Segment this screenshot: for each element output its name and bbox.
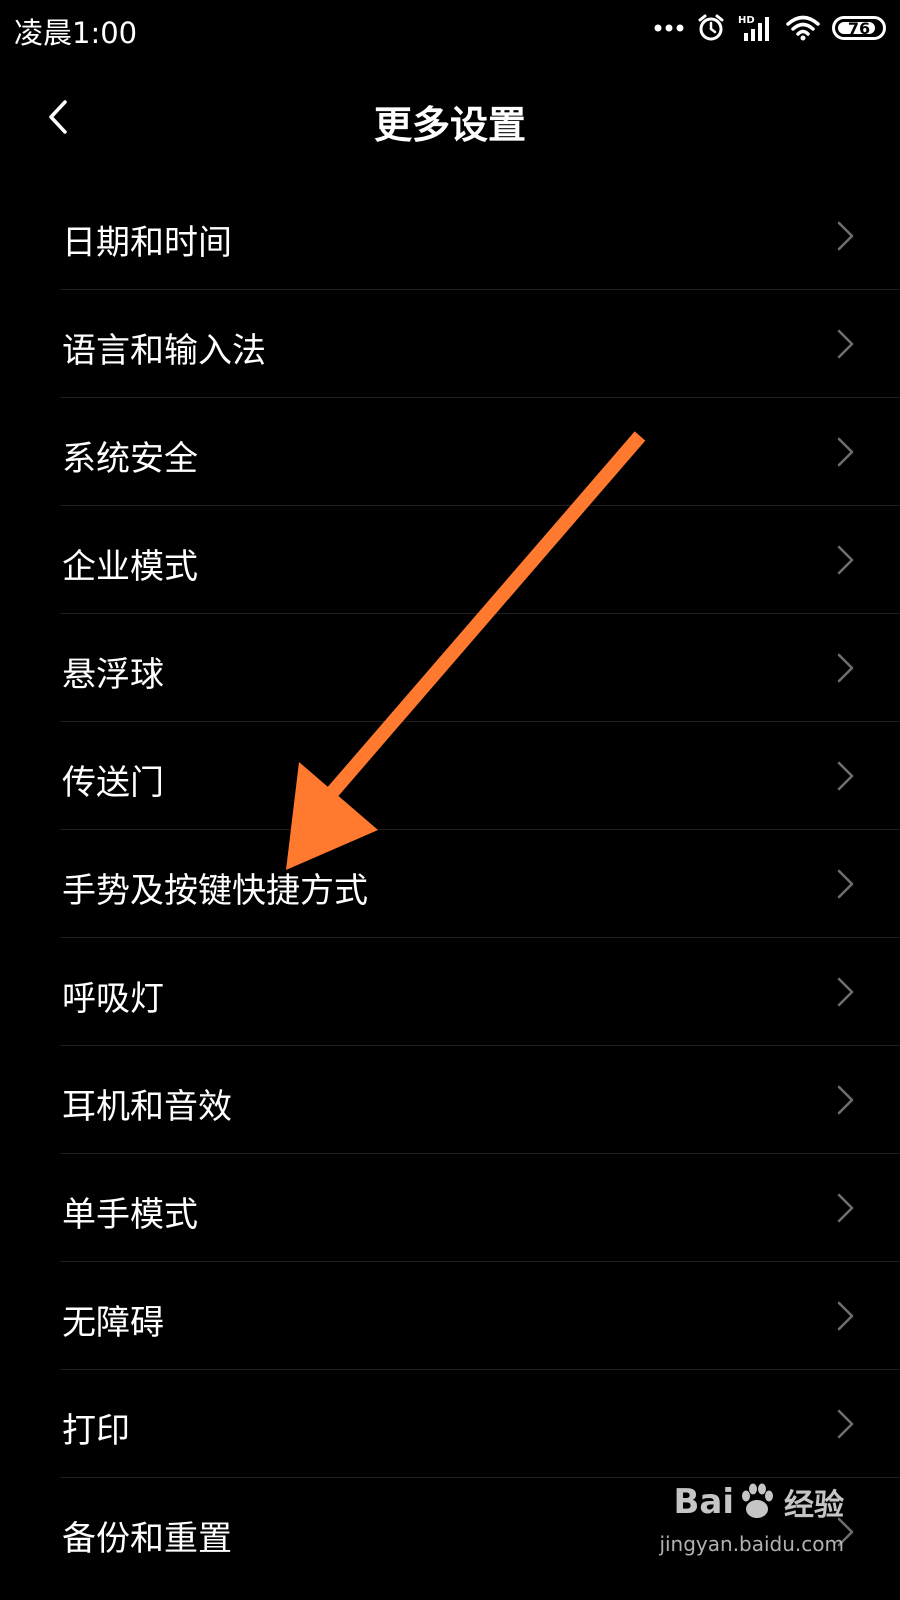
page-title: 更多设置 <box>373 103 526 147</box>
chevron-right-icon <box>837 653 854 683</box>
list-item-one-handed-mode[interactable]: 单手模式 <box>60 1154 900 1262</box>
list-item-label: 企业模式 <box>62 547 198 587</box>
list-item-gestures-shortcuts[interactable]: 手势及按键快捷方式 <box>60 830 900 938</box>
chevron-right-icon <box>837 545 854 575</box>
list-item-label: 系统安全 <box>62 439 198 479</box>
list-item-headphones-audio[interactable]: 耳机和音效 <box>60 1046 900 1154</box>
list-item-label: 传送门 <box>62 763 164 803</box>
paw-icon <box>742 1483 773 1518</box>
settings-list: 日期和时间 语言和输入法 系统安全 企业模式 悬浮球 传送门 手势及按键快捷方式 <box>0 182 900 1586</box>
alarm-icon <box>696 13 726 43</box>
list-item-label: 悬浮球 <box>62 655 164 695</box>
list-item-label: 呼吸灯 <box>62 979 164 1019</box>
list-item-label: 打印 <box>62 1411 130 1451</box>
header: 更多设置 <box>0 76 900 160</box>
list-item-label: 语言和输入法 <box>62 331 266 371</box>
chevron-right-icon <box>837 437 854 467</box>
chevron-right-icon <box>837 1301 854 1331</box>
battery-icon: 76 <box>832 16 886 40</box>
wifi-icon <box>786 15 820 41</box>
chevron-right-icon <box>837 761 854 791</box>
list-item-system-security[interactable]: 系统安全 <box>60 398 900 506</box>
list-item-language-input[interactable]: 语言和输入法 <box>60 290 900 398</box>
list-item-label: 日期和时间 <box>62 223 232 263</box>
list-item-printing[interactable]: 打印 <box>60 1370 900 1478</box>
dots-icon <box>654 23 684 33</box>
watermark-brand-right: 经验 <box>784 1488 844 1523</box>
chevron-right-icon <box>837 221 854 251</box>
watermark: Bai 经验 jingyan.baidu.com <box>659 1480 844 1570</box>
status-icons: HD 76 <box>654 10 886 46</box>
signal-icon: HD <box>738 13 774 43</box>
chevron-right-icon <box>837 1085 854 1115</box>
watermark-logo: Bai 经验 <box>673 1480 844 1524</box>
list-item-label: 单手模式 <box>62 1195 198 1235</box>
status-bar: 凌晨1:00 HD 76 <box>0 0 900 56</box>
chevron-right-icon <box>837 329 854 359</box>
list-item-breathing-light[interactable]: 呼吸灯 <box>60 938 900 1046</box>
list-item-portal[interactable]: 传送门 <box>60 722 900 830</box>
list-item-enterprise-mode[interactable]: 企业模式 <box>60 506 900 614</box>
status-time: 凌晨1:00 <box>14 16 138 50</box>
screen: 凌晨1:00 HD 76 更多设置 日期和时间 语言和输入法 系统安全 企业模式… <box>0 0 900 1600</box>
chevron-right-icon <box>837 1193 854 1223</box>
list-item-label: 耳机和音效 <box>62 1087 232 1127</box>
list-item-label: 手势及按键快捷方式 <box>62 871 368 911</box>
chevron-right-icon <box>837 869 854 899</box>
network-label: HD <box>738 15 755 26</box>
battery-level: 76 <box>847 18 871 38</box>
list-item-floating-ball[interactable]: 悬浮球 <box>60 614 900 722</box>
list-item-date-time[interactable]: 日期和时间 <box>60 182 900 290</box>
list-item-label: 无障碍 <box>62 1303 164 1343</box>
watermark-url: jingyan.baidu.com <box>659 1532 844 1556</box>
watermark-brand-left: Bai <box>673 1482 734 1522</box>
list-item-label: 备份和重置 <box>62 1519 232 1559</box>
chevron-right-icon <box>837 1409 854 1439</box>
list-item-accessibility[interactable]: 无障碍 <box>60 1262 900 1370</box>
chevron-right-icon <box>837 977 854 1007</box>
